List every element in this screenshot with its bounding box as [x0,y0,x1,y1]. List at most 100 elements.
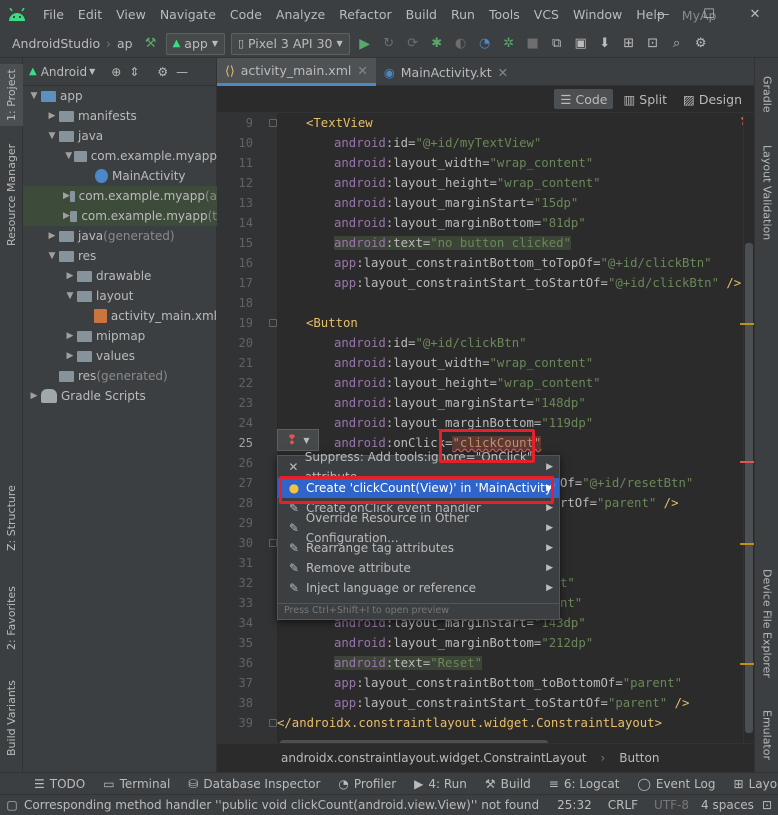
tree-item[interactable]: ▶ values [23,346,217,366]
menu-navigate[interactable]: Navigate [153,0,223,30]
debug-icon[interactable]: ✱ [426,34,448,54]
hammer-icon[interactable]: ⚒ [140,34,162,54]
tool-tab-favorites[interactable]: 2: Favorites [0,578,23,658]
chevron-right-icon[interactable]: ▶ [27,386,41,406]
fold-marker-icon[interactable] [269,719,277,727]
tool-tab-project[interactable]: 1: Project [0,64,23,126]
maximize-button[interactable]: ☐ [686,0,732,30]
project-view-select[interactable]: Android [41,65,87,79]
breadcrumb-button[interactable]: Button [619,751,659,765]
run-config-select[interactable]: ▲ app ▼ [165,32,225,55]
chevron-down-icon[interactable]: ▼ [45,126,59,146]
tool-tab-layout-validation[interactable]: Layout Validation [755,138,778,248]
menu-code[interactable]: Code [223,0,269,30]
tree-item[interactable]: MainActivity [23,166,217,186]
tool-window-3[interactable]: ◔ Profiler [338,777,396,791]
editor-scrollbar[interactable] [743,113,754,743]
tool-tab-device-file-explorer[interactable]: Device File Explorer [755,558,778,688]
tree-item[interactable]: ▼ res [23,246,217,266]
fold-marker-icon[interactable] [269,319,277,327]
menu-view[interactable]: View [109,0,153,30]
intention-item[interactable]: ✎ Remove attribute ▶ [278,558,559,578]
tree-item[interactable]: ▶ com.example.myapp (t [23,206,217,226]
tool-tab-emulator[interactable]: Emulator [755,702,778,768]
status-message[interactable]: Corresponding method handler ''public vo… [24,798,549,812]
chevron-down-icon[interactable]: ▼ [63,286,77,306]
file-encoding[interactable]: UTF-8 [654,798,689,812]
tree-item[interactable]: ▼ java [23,126,217,146]
menu-edit[interactable]: Edit [71,0,109,30]
breadcrumb-constraintlayout[interactable]: androidx.constraintlayout.widget.Constra… [281,751,586,765]
sync-project-icon[interactable]: ⧉ [546,34,568,54]
tree-item[interactable]: ▶ Gradle Scripts [23,386,217,406]
tree-item[interactable]: ▶ java (generated) [23,226,217,246]
tree-item[interactable]: ▼ layout [23,286,217,306]
tree-item[interactable]: activity_main.xml [23,306,217,326]
search-icon[interactable]: ⌕ [666,34,688,54]
tool-window-1[interactable]: ▭ Terminal [103,777,170,791]
profile-icon[interactable]: ◔ [474,34,496,54]
menu-build[interactable]: Build [399,0,444,30]
collapse-all-icon[interactable]: ⇕ [129,65,139,79]
tree-item[interactable]: ▶ mipmap [23,326,217,346]
error-marker[interactable] [740,461,754,463]
tool-window-2[interactable]: ⛁ Database Inspector [188,777,320,791]
tool-tab-resource-manager[interactable]: Resource Manager [0,130,23,260]
tree-item[interactable]: ▶ com.example.myapp (a [23,186,217,206]
intention-item[interactable]: ✎ Rearrange tag attributes ▶ [278,538,559,558]
tool-window-0[interactable]: ☰ TODO [34,777,85,791]
menu-vcs[interactable]: VCS [527,0,566,30]
close-button[interactable]: ✕ [732,0,778,30]
indent-setting[interactable]: 4 spaces [701,798,754,812]
mode-code-button[interactable]: ☰ Code [554,89,614,109]
menu-refactor[interactable]: Refactor [332,0,398,30]
line-separator[interactable]: CRLF [608,798,638,812]
avd-manager-icon[interactable]: ▣ [570,34,592,54]
device-manager-icon[interactable]: ⊡ [642,34,664,54]
mode-design-button[interactable]: ▨ Design [677,89,748,109]
menu-run[interactable]: Run [444,0,482,30]
chevron-right-icon[interactable]: ▶ [63,186,70,206]
layout-inspector-icon[interactable]: ⊞ [618,34,640,54]
tool-tab-gradle[interactable]: Gradle [755,64,778,124]
tool-window-8[interactable]: ⊞ Layout Inspecto [734,777,778,791]
nav-crumb-module[interactable]: ap [111,36,139,51]
menu-window[interactable]: Window [566,0,629,30]
fold-marker-icon[interactable] [269,119,277,127]
tab-activity-main-xml[interactable]: ⟨⟩ activity_main.xml ✕ [217,58,376,86]
tree-item[interactable]: ▶ manifests [23,106,217,126]
tree-item[interactable]: ▼ app [23,86,217,106]
tool-tab-build-variants[interactable]: Build Variants [0,670,23,766]
mode-split-button[interactable]: ▥ Split [617,89,673,109]
chevron-right-icon[interactable]: ▶ [63,266,77,286]
apply-code-icon[interactable]: ⟳ [402,34,424,54]
chevron-down-icon[interactable]: ▼ [89,67,95,76]
fold-marker-icon[interactable] [269,539,277,547]
tree-item[interactable]: ▶ drawable [23,266,217,286]
intention-item[interactable]: ✎ Override Resource in Other Configuratio… [278,511,559,545]
apply-changes-icon[interactable]: ↻ [378,34,400,54]
warning-marker[interactable] [740,543,754,545]
menu-tools[interactable]: Tools [482,0,527,30]
tool-window-7[interactable]: ◯ Event Log [637,777,715,791]
warning-marker[interactable] [740,663,754,665]
tool-window-4[interactable]: ▶ 4: Run [414,777,467,791]
gear-icon[interactable]: ⚙ [157,65,168,79]
stop-icon[interactable]: ■ [522,34,544,54]
attach-debugger-icon[interactable]: ◐ [450,34,472,54]
hide-icon[interactable]: — [176,65,188,79]
tree-item[interactable]: res (generated) [23,366,217,386]
chevron-right-icon[interactable]: ▶ [63,346,77,366]
attach-process-icon[interactable]: ✲ [498,34,520,54]
chevron-down-icon[interactable]: ▼ [27,86,41,106]
close-tab-icon[interactable]: ✕ [498,65,508,80]
tool-window-6[interactable]: ≡ 6: Logcat [549,777,620,791]
chevron-right-icon[interactable]: ▶ [63,326,77,346]
status-window-icon[interactable]: ▢ [0,798,24,812]
intention-item[interactable]: ✎ Inject language or reference ▶ [278,578,559,598]
sdk-manager-icon[interactable]: ⬇ [594,34,616,54]
caret-position[interactable]: 25:32 [557,798,592,812]
chevron-right-icon[interactable]: ▶ [45,106,59,126]
code-editor[interactable]: ❢ <TextViewandroid:id="@+id/myTextView"a… [277,113,743,743]
tool-tab-structure[interactable]: Z: Structure [0,478,23,558]
